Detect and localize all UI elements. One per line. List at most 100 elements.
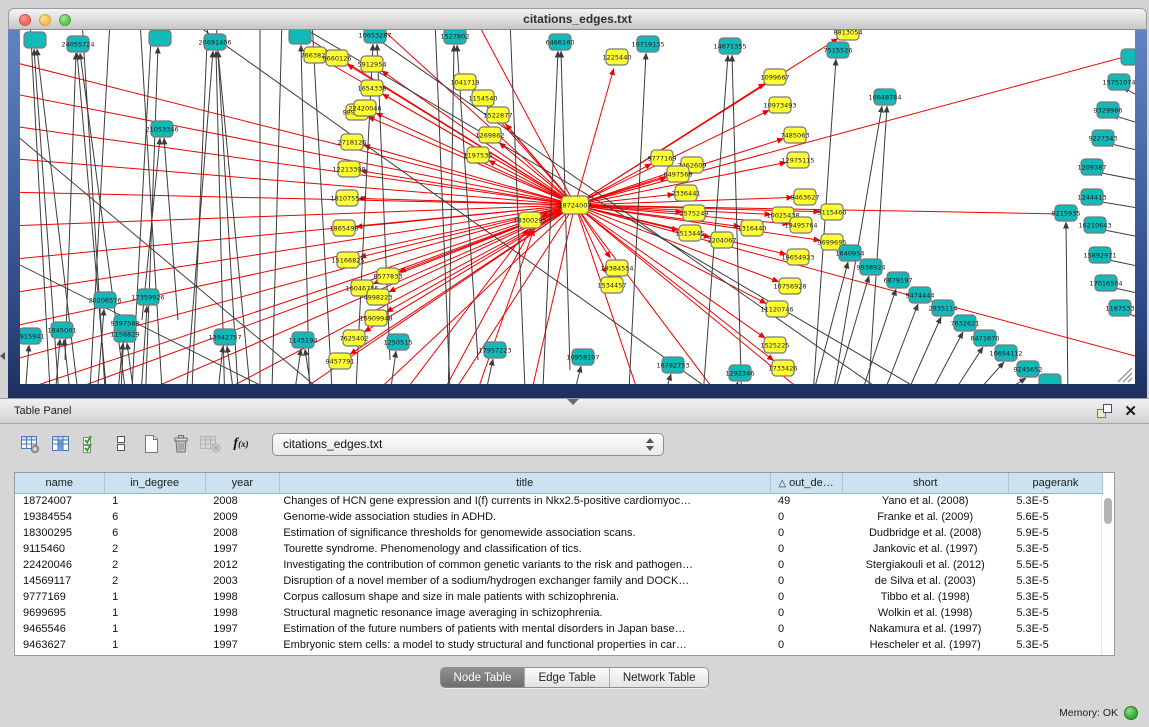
column-header-in_degree[interactable]: in_degree	[104, 473, 205, 493]
cell-title[interactable]: Tourette syndrome. Phenomenology and cla…	[279, 541, 770, 557]
cell-short[interactable]: Nakamura et al. (1997)	[842, 621, 1008, 637]
cell-title[interactable]: Genome-wide association studies in ADHD.	[279, 509, 770, 525]
data-table[interactable]: namein_degreeyeartitle△out_de…shortpager…	[15, 473, 1103, 653]
cell-out_degree[interactable]: 0	[770, 637, 842, 653]
cell-pagerank[interactable]: 5.3E-5	[1008, 621, 1102, 637]
cell-year[interactable]: 1997	[205, 637, 279, 653]
cell-year[interactable]: 2009	[205, 509, 279, 525]
function-builder-button[interactable]: f(x)	[226, 430, 256, 458]
cell-pagerank[interactable]: 5.6E-5	[1008, 509, 1102, 525]
cell-year[interactable]: 1997	[205, 541, 279, 557]
table-row[interactable]: 1872400712008Changes of HCN gene express…	[15, 493, 1103, 509]
row-height-button[interactable]	[106, 430, 136, 458]
network-canvas[interactable]: 1872400776638229660126591295416543389890…	[20, 30, 1135, 384]
column-header-year[interactable]: year	[205, 473, 279, 493]
cell-in_degree[interactable]: 2	[104, 573, 205, 589]
cell-out_degree[interactable]: 0	[770, 605, 842, 621]
resize-grip-icon[interactable]	[1118, 368, 1132, 382]
cell-title[interactable]: Estimation of the future numbers of pati…	[279, 621, 770, 637]
cell-year[interactable]: 2008	[205, 493, 279, 509]
graph-node[interactable]	[149, 30, 171, 46]
column-header-name[interactable]: name	[15, 473, 104, 493]
cell-short[interactable]: de Silva et al. (2003)	[842, 573, 1008, 589]
cell-title[interactable]: Structural magnetic resonance image aver…	[279, 605, 770, 621]
cell-pagerank[interactable]: 5.3E-5	[1008, 589, 1102, 605]
window-titlebar[interactable]: citations_edges.txt	[8, 8, 1147, 30]
splitter-handle-icon[interactable]	[567, 399, 579, 405]
cell-name[interactable]: 14569117	[15, 573, 104, 589]
cell-year[interactable]: 1998	[205, 589, 279, 605]
cell-in_degree[interactable]: 6	[104, 509, 205, 525]
table-row[interactable]: 977716911998Corpus callosum shape and si…	[15, 589, 1103, 605]
cell-pagerank[interactable]: 5.3E-5	[1008, 541, 1102, 557]
tab-network-table[interactable]: Network Table	[610, 668, 709, 687]
cell-year[interactable]: 2003	[205, 573, 279, 589]
cell-year[interactable]: 2012	[205, 557, 279, 573]
cell-title[interactable]: Investigating the contribution of common…	[279, 557, 770, 573]
cell-year[interactable]: 1998	[205, 605, 279, 621]
cell-in_degree[interactable]: 6	[104, 525, 205, 541]
minimize-window-button[interactable]	[39, 14, 51, 26]
cell-in_degree[interactable]: 2	[104, 541, 205, 557]
graph-node[interactable]	[1121, 49, 1135, 65]
cell-out_degree[interactable]: 0	[770, 589, 842, 605]
cell-pagerank[interactable]: 5.9E-5	[1008, 525, 1102, 541]
cell-out_degree[interactable]: 0	[770, 525, 842, 541]
cell-short[interactable]: Franke et al. (2009)	[842, 509, 1008, 525]
cell-out_degree[interactable]: 0	[770, 621, 842, 637]
graph-node[interactable]	[1039, 374, 1061, 384]
table-row[interactable]: 1938455462009Genome-wide association stu…	[15, 509, 1103, 525]
cell-name[interactable]: 9115460	[15, 541, 104, 557]
column-header-out_degree[interactable]: △out_de…	[770, 473, 842, 493]
cell-name[interactable]: 18724007	[15, 493, 104, 509]
table-row[interactable]: 911546021997Tourette syndrome. Phenomeno…	[15, 541, 1103, 557]
cell-short[interactable]: Jankovic et al. (1997)	[842, 541, 1008, 557]
tab-node-table[interactable]: Node Table	[441, 668, 526, 687]
close-panel-icon[interactable]: ✕	[1124, 404, 1137, 419]
cell-out_degree[interactable]: 0	[770, 557, 842, 573]
cell-in_degree[interactable]: 1	[104, 637, 205, 653]
zoom-window-button[interactable]	[59, 14, 71, 26]
cell-title[interactable]: Disruption of a novel member of a sodium…	[279, 573, 770, 589]
cell-short[interactable]: Hescheler et al. (1997)	[842, 637, 1008, 653]
cell-pagerank[interactable]: 5.3E-5	[1008, 493, 1102, 509]
cell-short[interactable]: Wolkin et al. (1998)	[842, 605, 1008, 621]
cell-pagerank[interactable]: 5.5E-5	[1008, 557, 1102, 573]
cell-pagerank[interactable]: 5.3E-5	[1008, 573, 1102, 589]
memory-status-indicator[interactable]	[1124, 706, 1138, 720]
cell-in_degree[interactable]: 1	[104, 493, 205, 509]
cell-name[interactable]: 9463627	[15, 637, 104, 653]
delete-table-button[interactable]	[196, 430, 226, 458]
cell-year[interactable]: 2008	[205, 525, 279, 541]
select-all-rows-button[interactable]	[76, 430, 106, 458]
delete-rows-button[interactable]	[166, 430, 196, 458]
cell-short[interactable]: Stergiakouli et al. (2012)	[842, 557, 1008, 573]
cell-title[interactable]: Embryonic stem cells: a model to study s…	[279, 637, 770, 653]
cell-in_degree[interactable]: 1	[104, 621, 205, 637]
table-scrollbar-thumb[interactable]	[1104, 498, 1112, 524]
cell-out_degree[interactable]: 0	[770, 573, 842, 589]
cell-pagerank[interactable]: 5.3E-5	[1008, 637, 1102, 653]
cell-name[interactable]: 22420046	[15, 557, 104, 573]
column-header-title[interactable]: title	[279, 473, 770, 493]
cell-title[interactable]: Estimation of significance thresholds fo…	[279, 525, 770, 541]
graph-node[interactable]	[289, 30, 311, 44]
cell-title[interactable]: Changes of HCN gene expression and I(f) …	[279, 493, 770, 509]
collapse-left-panel-arrow-icon[interactable]	[0, 352, 5, 360]
cell-name[interactable]: 9699695	[15, 605, 104, 621]
new-table-button[interactable]	[136, 430, 166, 458]
table-row[interactable]: 1456911722003Disruption of a novel membe…	[15, 573, 1103, 589]
table-row[interactable]: 1830029562008Estimation of significance …	[15, 525, 1103, 541]
cell-out_degree[interactable]: 0	[770, 541, 842, 557]
table-selector-combobox[interactable]: citations_edges.txt	[272, 433, 664, 456]
cell-out_degree[interactable]: 0	[770, 509, 842, 525]
table-row[interactable]: 2242004622012Investigating the contribut…	[15, 557, 1103, 573]
float-panel-icon[interactable]	[1097, 404, 1112, 419]
column-header-short[interactable]: short	[842, 473, 1008, 493]
cell-short[interactable]: Tibbo et al. (1998)	[842, 589, 1008, 605]
table-row[interactable]: 946554611997Estimation of the future num…	[15, 621, 1103, 637]
cell-in_degree[interactable]: 2	[104, 557, 205, 573]
close-window-button[interactable]	[19, 14, 31, 26]
cell-pagerank[interactable]: 5.3E-5	[1008, 605, 1102, 621]
cell-in_degree[interactable]: 1	[104, 589, 205, 605]
